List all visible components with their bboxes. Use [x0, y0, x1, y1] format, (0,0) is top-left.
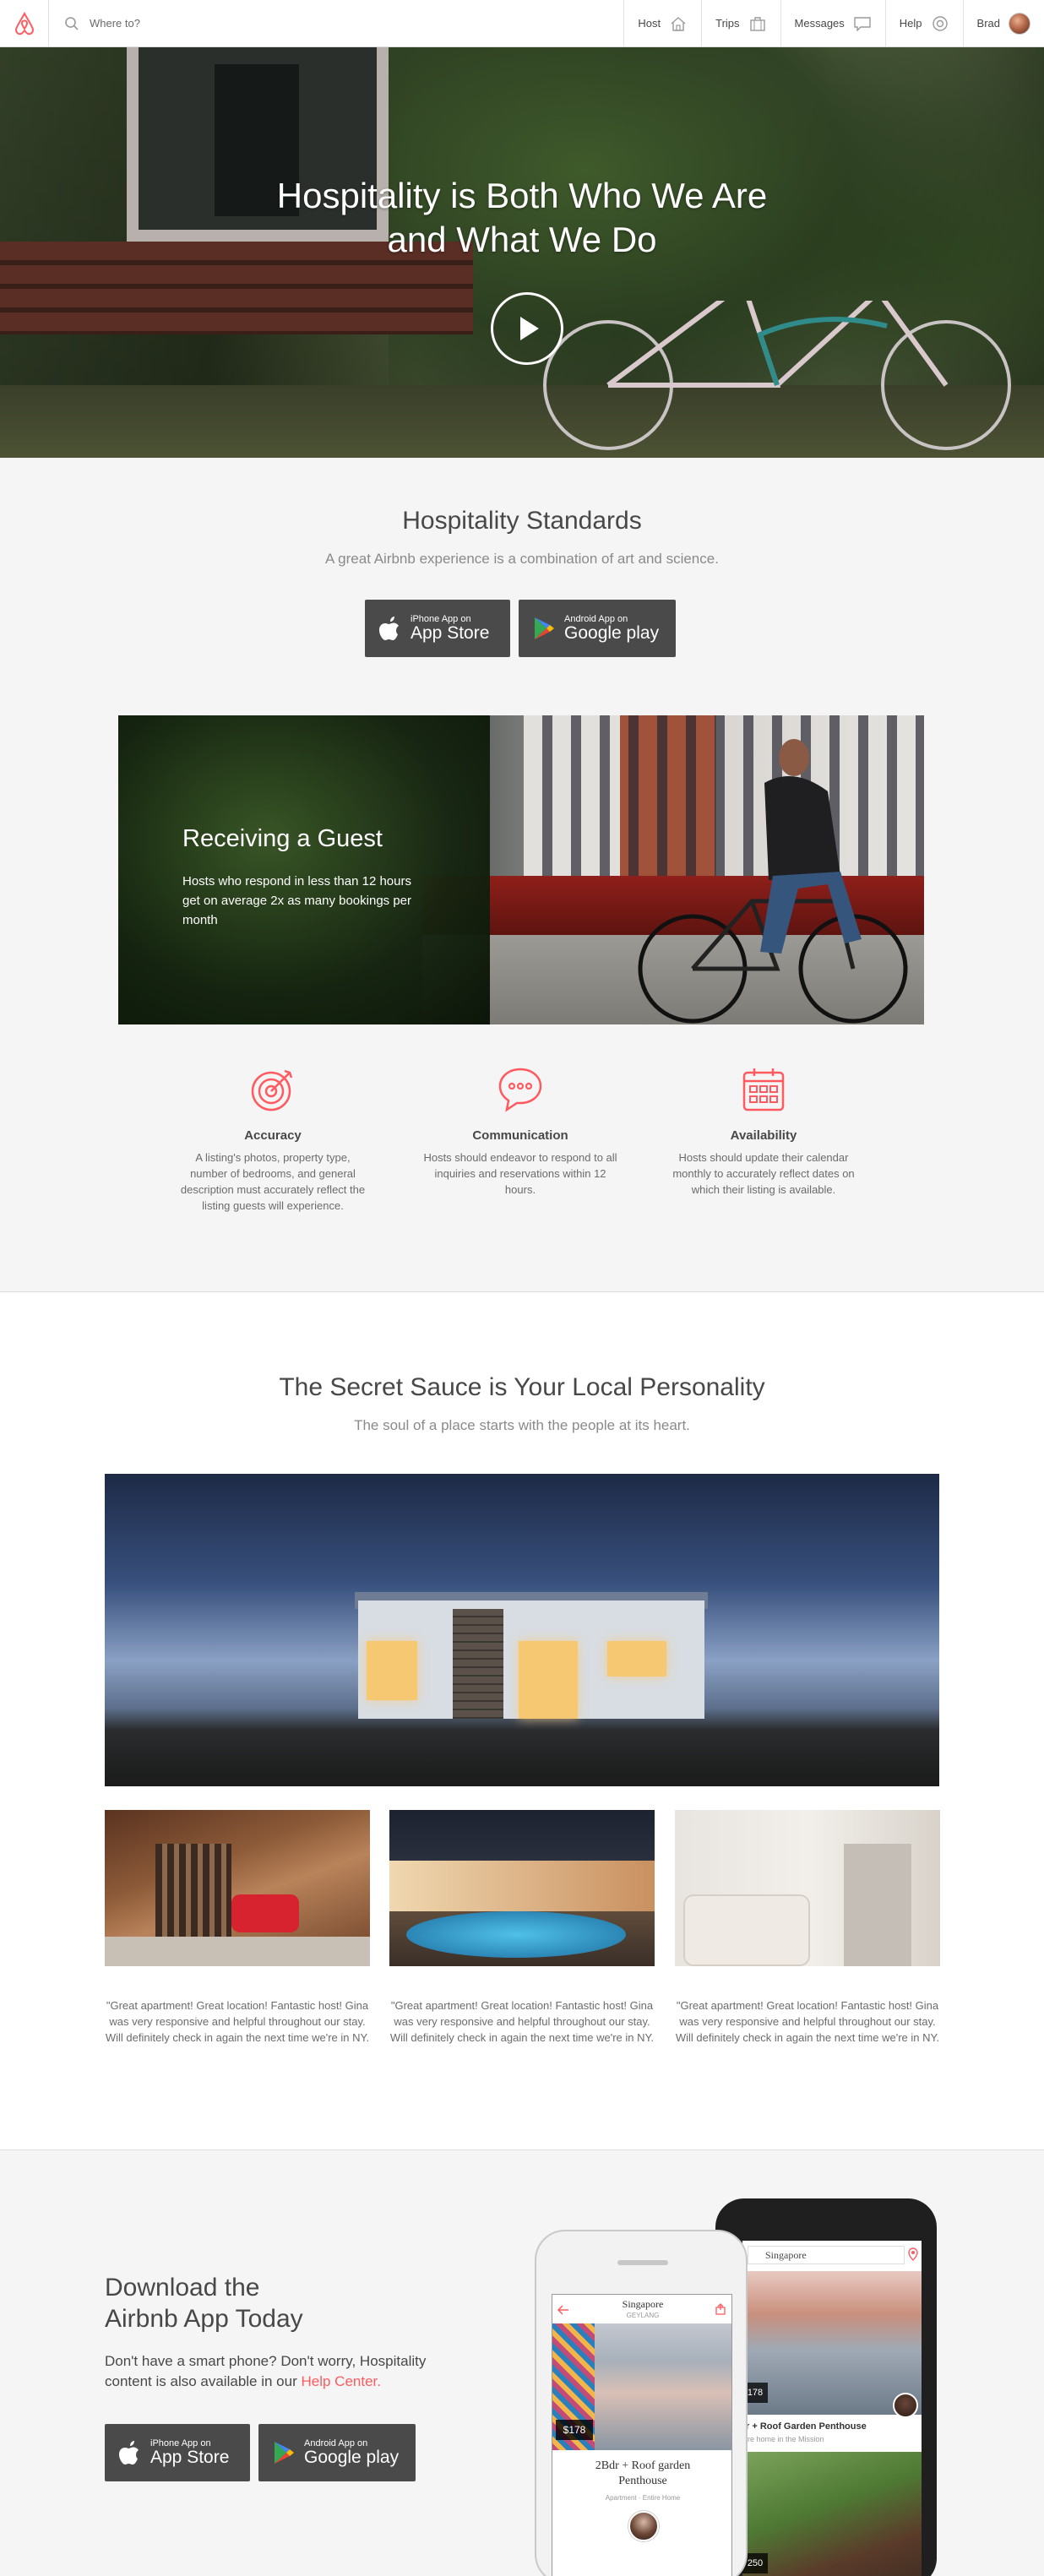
calendar-icon [742, 1068, 785, 1111]
feature-availability: Availability Hosts should update their c… [666, 1064, 861, 1198]
top-nav: Where to? Host Trips Messages Help Brad [0, 0, 1044, 47]
district-subtitle: GEYLANG [626, 2312, 660, 2319]
listing-title: r + Roof Garden Penthouse [746, 2421, 867, 2432]
google-play-icon [275, 2442, 294, 2464]
sauce-title: The Secret Sauce is Your Local Personali… [279, 1373, 765, 1401]
feature-accuracy: Accuracy A listing's photos, property ty… [176, 1064, 370, 1214]
google-play-big: Google play [304, 2448, 400, 2467]
city-title: Singapore [622, 2298, 664, 2310]
nav-messages-label: Messages [794, 17, 845, 30]
sauce-subtitle: The soul of a place starts with the peop… [354, 1417, 690, 1433]
google-play-button[interactable]: Android App on Google play [258, 2424, 416, 2481]
house-icon [669, 14, 688, 33]
help-icon [931, 14, 949, 33]
chat-bubble-icon [498, 1068, 542, 1112]
android-phone: Singapore 178 r + Roof Garden Penthouse … [715, 2198, 937, 2576]
nav-profile[interactable]: Brad [962, 0, 1044, 46]
nav-messages[interactable]: Messages [780, 0, 885, 46]
hero-title: Hospitality is Both Who We Are and What … [0, 174, 1044, 262]
android-screen: Singapore 178 r + Roof Garden Penthouse … [742, 2241, 922, 2576]
listing-meta: Apartment · Entire Home [605, 2494, 681, 2502]
avatar [1009, 12, 1030, 35]
listing-photo [742, 2452, 922, 2576]
google-play-button[interactable]: Android App on Google play [519, 600, 676, 657]
apple-icon [119, 2441, 139, 2465]
feature-title: Availability [730, 1128, 797, 1143]
search-icon [65, 16, 79, 30]
help-center-link[interactable]: Help Center. [301, 2373, 381, 2389]
pool-photo [389, 1810, 655, 1966]
standards-title: Hospitality Standards [402, 507, 642, 535]
play-video-button[interactable] [491, 292, 563, 365]
message-icon [853, 14, 872, 33]
host-avatar [628, 2511, 659, 2541]
app-store-button[interactable]: iPhone App on App Store [365, 600, 510, 657]
hero-title-line2: and What We Do [387, 220, 657, 259]
app-title-line1: Download the [105, 2274, 260, 2302]
guest-text: Hosts who respond in less than 12 hours … [182, 874, 412, 927]
share-icon[interactable] [715, 2303, 726, 2315]
host-avatar [893, 2393, 918, 2418]
airbnb-logo[interactable] [0, 0, 49, 46]
review-quote: "Great apartment! Great location! Fantas… [389, 1999, 655, 2044]
standards-subtitle: A great Airbnb experience is a combinati… [325, 551, 719, 567]
google-play-big: Google play [564, 623, 660, 643]
living-room-photo [675, 1810, 940, 1966]
feature-communication: Communication Hosts should endeavor to r… [423, 1064, 617, 1198]
google-play-icon [535, 617, 554, 639]
nav-help-label: Help [899, 17, 922, 30]
app-store-big: App Store [150, 2448, 230, 2467]
review-quote: "Great apartment! Great location! Fantas… [105, 1999, 370, 2044]
house-window [607, 1641, 666, 1677]
house-photo [105, 1474, 939, 1786]
nav-host-label: Host [638, 17, 661, 30]
listing-meta: ire home in the Mission [746, 2435, 824, 2443]
feature-title: Communication [472, 1128, 568, 1143]
suitcase-icon [748, 14, 767, 33]
apple-icon [379, 617, 399, 640]
feature-text: Hosts should endeavor to respond to all … [423, 1151, 617, 1196]
airbnb-logo-icon [14, 11, 34, 35]
section-divider [0, 2149, 1044, 2150]
nav-trips[interactable]: Trips [701, 0, 780, 46]
nav-host[interactable]: Host [623, 0, 701, 46]
house-window [367, 1641, 417, 1700]
iphone: Singapore GEYLANG $178 2Bdr + Roof garde… [535, 2230, 748, 2576]
nav-profile-name: Brad [976, 17, 1000, 30]
bicycle-image [543, 301, 1011, 450]
play-icon [520, 317, 539, 340]
cyclist-image [638, 739, 908, 1024]
app-text: Don't have a smart phone? Don't worry, H… [105, 2351, 468, 2392]
target-icon [251, 1069, 293, 1111]
iphone-screen: Singapore GEYLANG $178 2Bdr + Roof garde… [552, 2294, 732, 2576]
price-tag: $178 [556, 2420, 593, 2440]
guest-foliage [118, 715, 490, 1024]
hero-video-banner: Hospitality is Both Who We Are and What … [0, 47, 1044, 458]
search-input[interactable]: Where to? [90, 17, 140, 30]
house-window [519, 1641, 578, 1719]
review-quote: "Great apartment! Great location! Fantas… [675, 1999, 940, 2044]
map-pin-icon [908, 2247, 918, 2261]
feature-text: A listing's photos, property type, numbe… [180, 1151, 366, 1212]
app-store-button[interactable]: iPhone App on App Store [105, 2424, 250, 2481]
feature-text: Hosts should update their calendar month… [672, 1151, 855, 1196]
listing-title: 2Bdr + Roof garden Penthouse [595, 2459, 691, 2487]
search-bar[interactable]: Where to? [49, 0, 623, 46]
app-title-line2: Airbnb App Today [105, 2305, 303, 2333]
nav-help[interactable]: Help [884, 0, 963, 46]
nav-trips-label: Trips [715, 17, 740, 30]
page: Where to? Host Trips Messages Help Brad [0, 0, 1044, 2576]
hero-title-line1: Hospitality is Both Who We Are [276, 176, 768, 215]
house-chimney [453, 1609, 503, 1719]
receiving-guest-banner: Receiving a Guest Hosts who respond in l… [118, 715, 924, 1024]
listing-photo [742, 2271, 922, 2415]
app-title: Download the Airbnb App Today [105, 2272, 527, 2334]
guest-title: Receiving a Guest [182, 825, 383, 852]
feature-title: Accuracy [244, 1128, 302, 1143]
app-store-big: App Store [411, 623, 490, 643]
attic-photo [105, 1810, 370, 1966]
android-search[interactable]: Singapore [748, 2246, 905, 2264]
